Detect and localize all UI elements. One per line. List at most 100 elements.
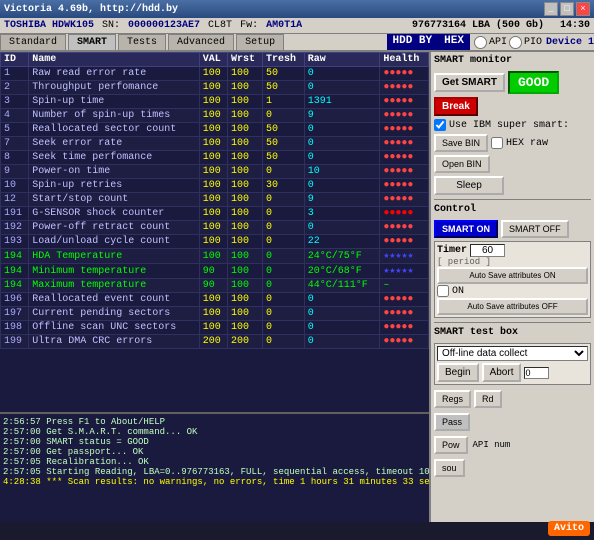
smart-on-off-row: SMART ON SMART OFF xyxy=(434,220,591,238)
table-row-raw: 0 xyxy=(304,81,380,95)
table-row-wrst: 100 xyxy=(227,193,262,207)
regs-button[interactable]: Regs xyxy=(434,390,471,408)
table-row-id: 194 xyxy=(1,279,29,293)
table-row-id: 191 xyxy=(1,207,29,221)
smart-on-button[interactable]: SMART ON xyxy=(434,220,498,238)
smart-off-button[interactable]: SMART OFF xyxy=(501,220,569,238)
table-row-id: 194 xyxy=(1,264,29,279)
timer-input[interactable] xyxy=(470,244,505,257)
api-radio[interactable] xyxy=(474,36,487,49)
open-bin-button[interactable]: Open BIN xyxy=(434,155,490,173)
begin-button[interactable]: Begin xyxy=(437,363,479,382)
table-row-tresh: 50 xyxy=(262,123,304,137)
table-row-val: 100 xyxy=(199,249,227,264)
table-row-tresh: 50 xyxy=(262,137,304,151)
control-label: Control xyxy=(434,204,591,215)
table-row-tresh: 0 xyxy=(262,165,304,179)
tab-tests[interactable]: Tests xyxy=(118,34,166,50)
ibm-checkbox[interactable] xyxy=(434,119,446,131)
save-bin-button[interactable]: Save BIN xyxy=(434,134,488,152)
smart-panel: ID Name VAL Wrst Tresh Raw Health 1 Raw … xyxy=(0,52,429,522)
table-row-name: Minimum temperature xyxy=(29,264,200,279)
table-row-id: 192 xyxy=(1,221,29,235)
test-type-select[interactable]: Off-line data collect xyxy=(437,346,588,361)
log-line: 2:56:57 Press F1 to About/HELP xyxy=(3,417,426,427)
tab-smart[interactable]: SMART xyxy=(68,34,116,50)
table-row-tresh: 0 xyxy=(262,221,304,235)
close-button[interactable]: × xyxy=(576,2,590,16)
log-line: 2:57:00 SMART status = GOOD xyxy=(3,437,426,447)
table-row-name: Seek time perfomance xyxy=(29,151,200,165)
table-row-raw: 44°C/111°F xyxy=(304,279,380,293)
table-row-health: ●●●●● xyxy=(380,335,429,349)
table-row-val: 100 xyxy=(199,109,227,123)
table-row-health: ★★★★★ xyxy=(380,249,429,264)
table-row-val: 90 xyxy=(199,279,227,293)
table-row-health: ●●●●● xyxy=(380,193,429,207)
abort-button[interactable]: Abort xyxy=(482,363,522,382)
table-row-health: ●●●●● xyxy=(380,321,429,335)
log-line: 2:57:00 Get passport... OK xyxy=(3,447,426,457)
table-row-health: – xyxy=(380,279,429,293)
table-row-id: 9 xyxy=(1,165,29,179)
auto-save-off-button[interactable]: Auto Save attributes OFF xyxy=(437,298,588,315)
auto-save-on-button[interactable]: Auto Save attributes ON xyxy=(437,267,588,284)
minimize-button[interactable]: _ xyxy=(544,2,558,16)
table-row-health: ●●●●● xyxy=(380,109,429,123)
col-name: Name xyxy=(29,53,200,67)
table-row-id: 10 xyxy=(1,179,29,193)
table-row-val: 100 xyxy=(199,193,227,207)
table-row-id: 2 xyxy=(1,81,29,95)
table-row-health: ●●●●● xyxy=(380,165,429,179)
rd-button[interactable]: Rd xyxy=(474,390,502,408)
table-row-name: Raw read error rate xyxy=(29,67,200,81)
table-row-val: 100 xyxy=(199,307,227,321)
window-controls[interactable]: _ □ × xyxy=(544,2,590,16)
table-row-health: ●●●●● xyxy=(380,67,429,81)
table-row-id: 4 xyxy=(1,109,29,123)
sleep-button[interactable]: Sleep xyxy=(434,176,504,195)
bin-row: Save BIN HEX raw xyxy=(434,134,591,152)
ibm-label: Use IBM super smart: xyxy=(449,120,569,131)
tab-advanced[interactable]: Advanced xyxy=(168,34,234,50)
table-row-tresh: 0 xyxy=(262,235,304,249)
pio-radio[interactable] xyxy=(509,36,522,49)
table-row-health: ●●●●● xyxy=(380,207,429,221)
table-row-name: Spin-up time xyxy=(29,95,200,109)
table-row-name: Power-off retract count xyxy=(29,221,200,235)
tab-standard[interactable]: Standard xyxy=(0,34,66,50)
pass-button[interactable]: Pass xyxy=(434,413,470,431)
table-row-raw: 20°C/68°F xyxy=(304,264,380,279)
drive-fw: AM0T1A xyxy=(266,20,302,31)
hex-raw-label: HEX raw xyxy=(506,138,548,149)
sleep-row: Sleep xyxy=(434,176,591,195)
table-row-health: ●●●●● xyxy=(380,137,429,151)
table-row-name: Current pending sectors xyxy=(29,307,200,321)
source-button[interactable]: sou xyxy=(434,459,465,477)
smart-table-container[interactable]: ID Name VAL Wrst Tresh Raw Health 1 Raw … xyxy=(0,52,429,412)
tab-bar: Standard SMART Tests Advanced Setup HDD … xyxy=(0,34,594,52)
table-row-name: Throughput perfomance xyxy=(29,81,200,95)
table-row-wrst: 100 xyxy=(227,137,262,151)
table-row-id: 8 xyxy=(1,151,29,165)
tab-setup[interactable]: Setup xyxy=(236,34,284,50)
break-button[interactable]: Break xyxy=(434,97,478,116)
table-row-wrst: 100 xyxy=(227,249,262,264)
hex-button[interactable]: HEX xyxy=(438,34,470,50)
smart-status-good: GOOD xyxy=(508,71,559,94)
power-button[interactable]: Pow xyxy=(434,436,468,454)
log-line: 4:28:38 *** Scan results: no warnings, n… xyxy=(3,477,426,487)
maximize-button[interactable]: □ xyxy=(560,2,574,16)
table-row-tresh: 0 xyxy=(262,321,304,335)
smart-table: ID Name VAL Wrst Tresh Raw Health 1 Raw … xyxy=(0,52,429,349)
table-row-tresh: 0 xyxy=(262,307,304,321)
hex-raw-checkbox[interactable] xyxy=(491,137,503,149)
table-row-val: 100 xyxy=(199,179,227,193)
table-row-health: ●●●●● xyxy=(380,95,429,109)
break-button-row: Break xyxy=(434,97,591,116)
on-checkbox[interactable] xyxy=(437,285,449,297)
get-smart-button[interactable]: Get SMART xyxy=(434,73,505,92)
log-area: 2:56:57 Press F1 to About/HELP 2:57:00 Ge… xyxy=(0,412,429,522)
test-number-input[interactable] xyxy=(524,367,549,379)
period-label: [ period ] xyxy=(437,257,588,267)
